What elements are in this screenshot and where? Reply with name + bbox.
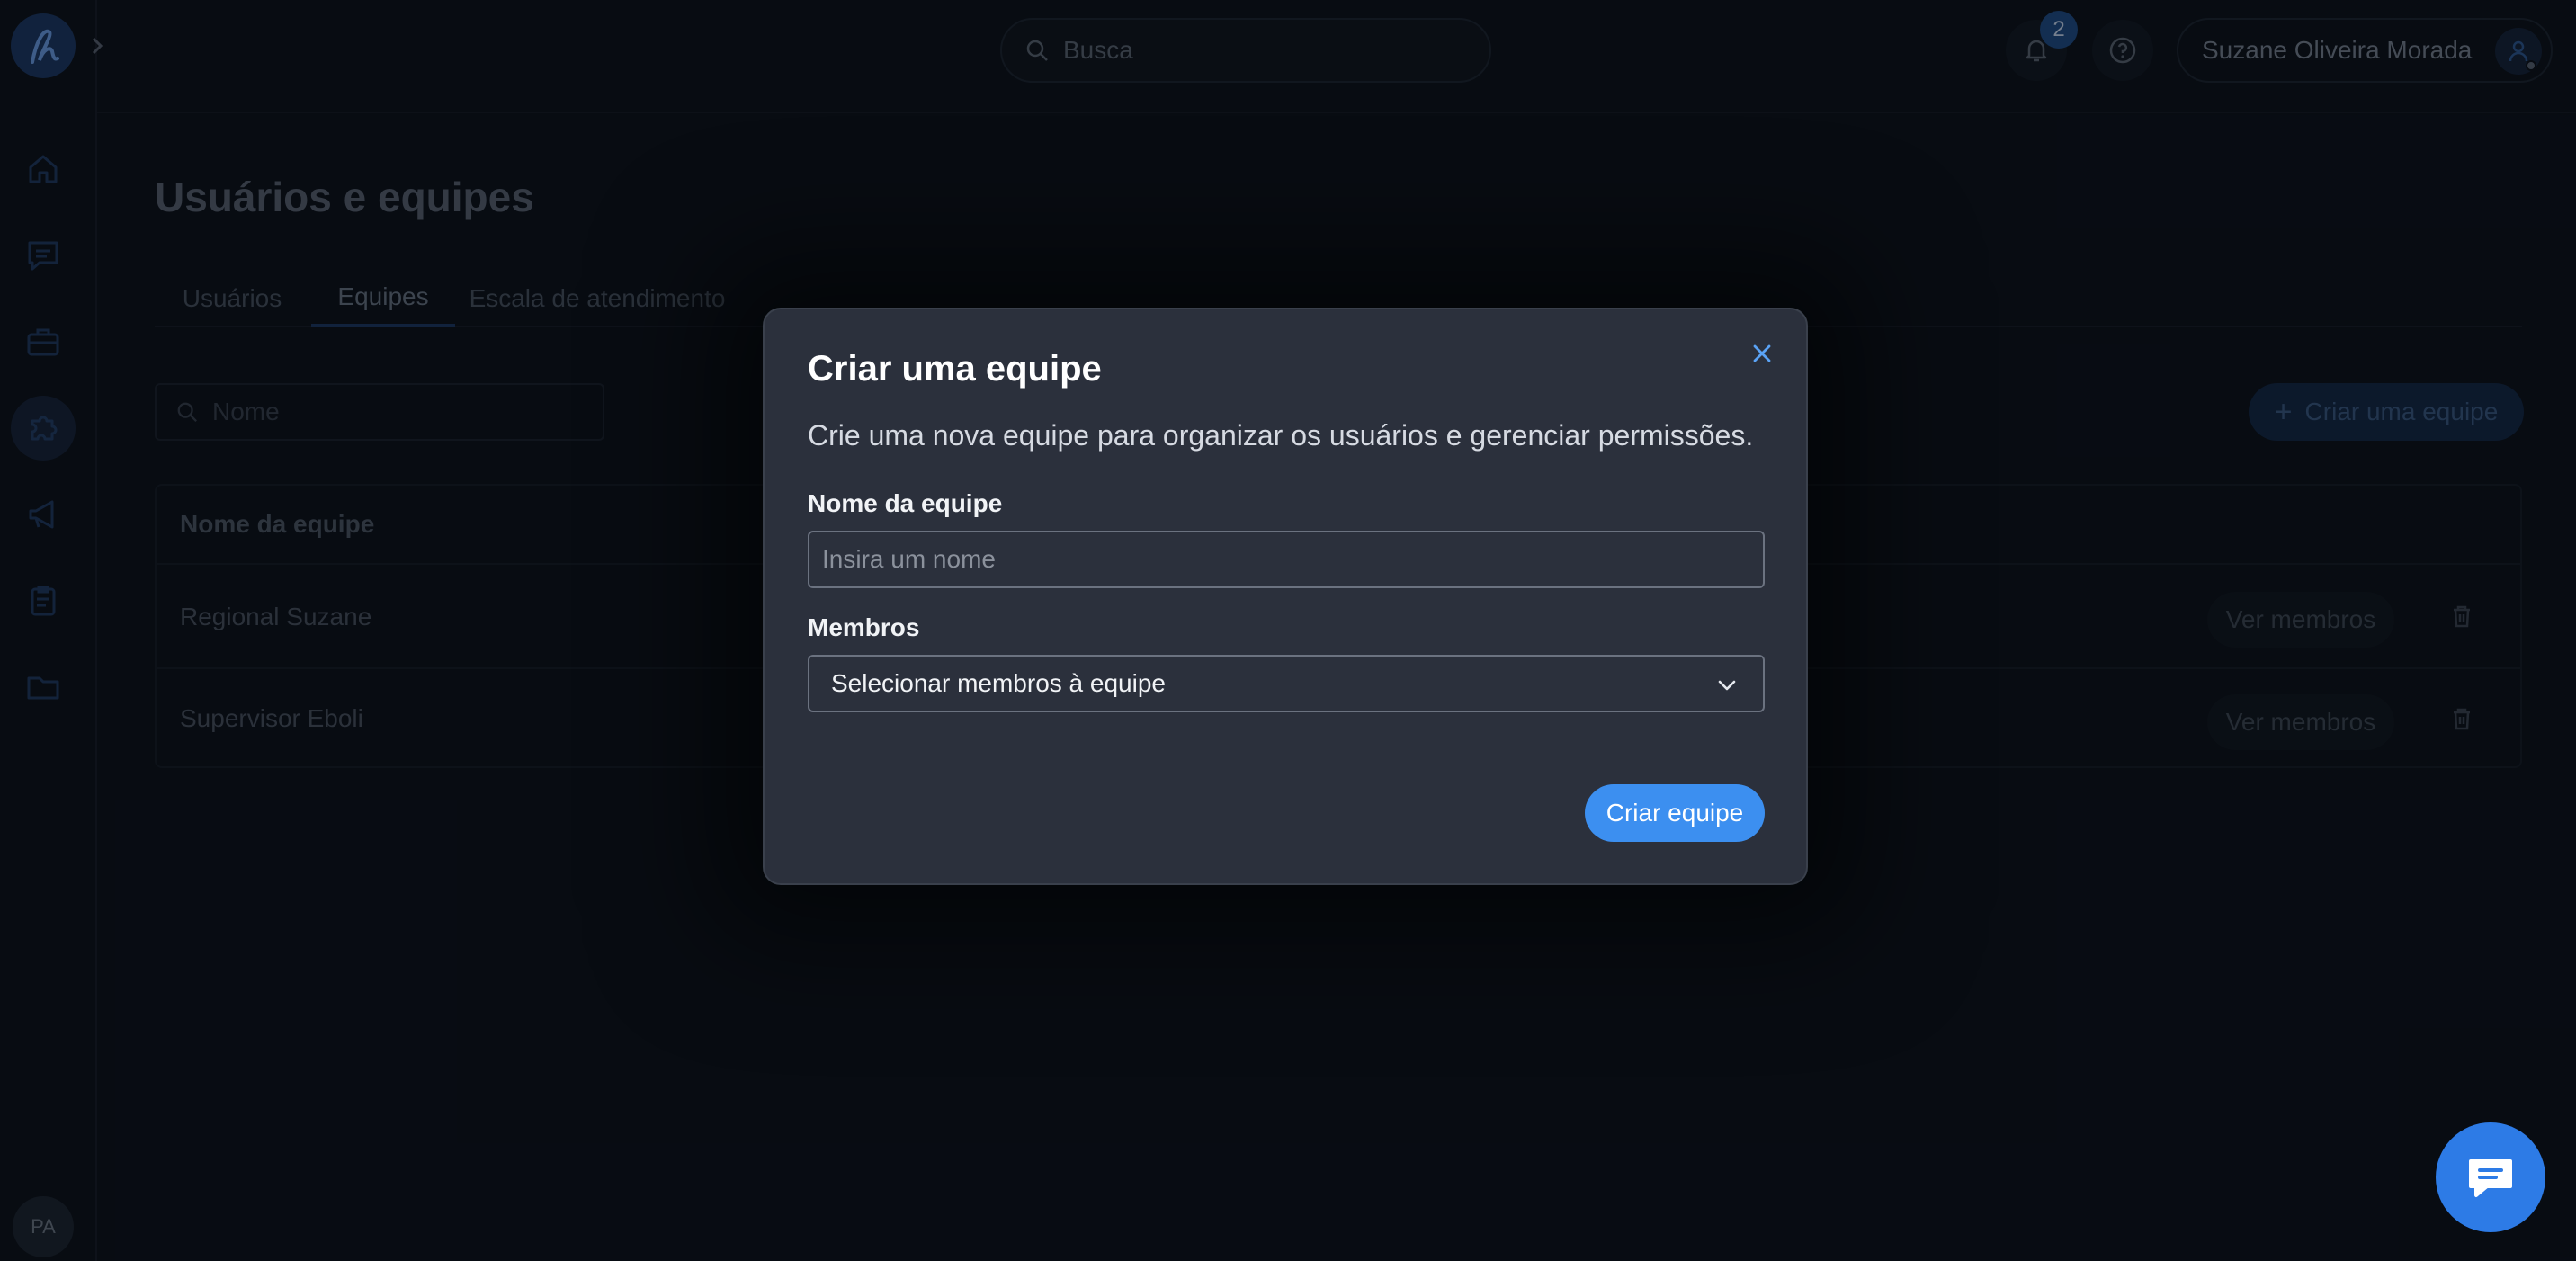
close-icon <box>1753 344 1771 362</box>
chat-bubble-icon <box>2469 1159 2512 1197</box>
chevron-down-icon <box>1718 680 1736 691</box>
create-team-dialog: Criar uma equipe Crie uma nova equipe pa… <box>763 308 1808 885</box>
team-name-label: Nome da equipe <box>808 489 1003 517</box>
support-chat-button[interactable] <box>2436 1122 2545 1232</box>
dialog-description: Crie uma nova equipe para organizar os u… <box>808 419 1754 452</box>
members-select-value: Selecionar membros à equipe <box>831 669 1166 697</box>
members-select[interactable]: Selecionar membros à equipe <box>808 655 1765 712</box>
submit-create-team-button[interactable]: Criar equipe <box>1585 784 1765 842</box>
team-name-input[interactable] <box>808 531 1765 588</box>
close-button[interactable] <box>1745 336 1779 371</box>
dialog-title: Criar uma equipe <box>808 349 1102 389</box>
members-label: Membros <box>808 613 920 641</box>
